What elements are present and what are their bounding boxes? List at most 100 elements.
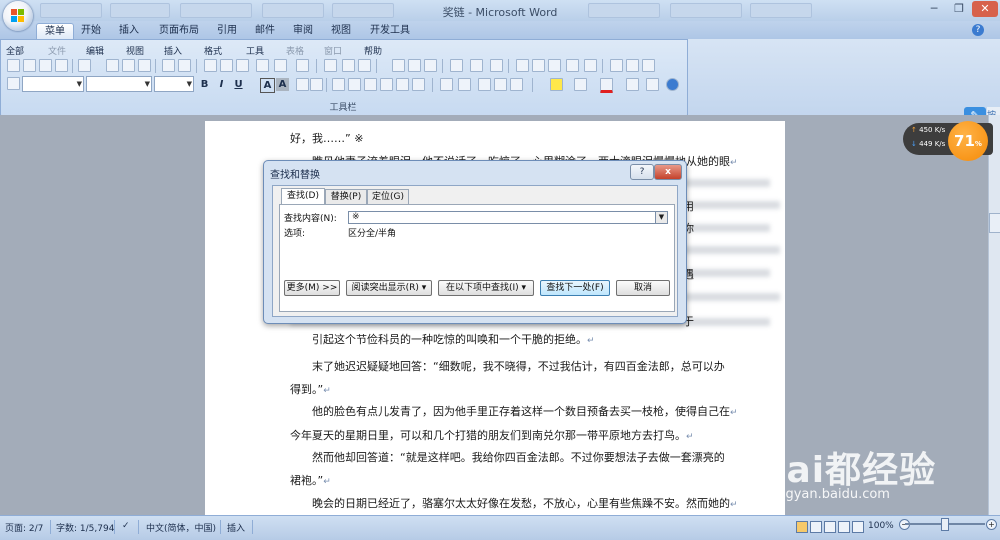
help-icon[interactable]: ? [972, 24, 984, 36]
word-count-icon[interactable] [178, 59, 191, 72]
style-icon[interactable] [7, 77, 20, 90]
full-screen-reading-icon[interactable] [810, 521, 822, 533]
font-shrink-icon[interactable] [310, 78, 323, 91]
menu-view[interactable]: 视图 [126, 44, 144, 57]
numbering-icon[interactable] [440, 78, 453, 91]
menu-format[interactable]: 格式 [204, 44, 222, 57]
new-icon[interactable] [7, 59, 20, 72]
hyperlink-icon[interactable] [324, 59, 337, 72]
reading-highlight-button[interactable]: 阅读突出显示(R) ▾ [346, 280, 432, 296]
text-effect-icon[interactable] [626, 78, 639, 91]
font-color-icon[interactable] [600, 78, 613, 93]
tab-references[interactable]: 引用 [212, 23, 242, 39]
reading-icon[interactable] [490, 59, 503, 72]
print-preview-icon[interactable] [106, 59, 119, 72]
chevron-down-icon[interactable]: ▼ [655, 212, 667, 223]
find-in-button[interactable]: 在以下项中查找(I) ▾ [438, 280, 534, 296]
text-highlight-icon[interactable] [550, 78, 563, 91]
bold-button[interactable]: B [198, 78, 211, 91]
tab-view[interactable]: 视图 [326, 23, 356, 39]
view-icon[interactable] [532, 59, 545, 72]
redo-icon[interactable] [296, 59, 309, 72]
zoom-icon[interactable] [470, 59, 483, 72]
font-grow-icon[interactable] [296, 78, 309, 91]
asian-layout-icon[interactable] [510, 78, 523, 91]
clipart-icon[interactable] [626, 59, 639, 72]
help-circle-icon[interactable] [666, 78, 679, 91]
character-shading-button[interactable]: A [276, 78, 289, 91]
cut-icon[interactable] [204, 59, 217, 72]
tab-menu[interactable]: 菜单 [36, 23, 74, 40]
minimize-button[interactable]: ─ [922, 1, 946, 17]
align-right-icon[interactable] [364, 78, 377, 91]
maximize-button[interactable]: ❐ [947, 1, 971, 17]
drawing-icon[interactable] [408, 59, 421, 72]
justify-icon[interactable] [380, 78, 393, 91]
open-icon[interactable] [23, 59, 36, 72]
menu-table[interactable]: 表格 [286, 44, 304, 57]
office-button[interactable] [3, 1, 33, 31]
increase-indent-icon[interactable] [494, 78, 507, 91]
menu-all[interactable]: 全部 [6, 44, 24, 57]
phonetic-icon[interactable] [646, 78, 659, 91]
undo-icon[interactable] [274, 59, 287, 72]
translate-icon[interactable] [162, 59, 175, 72]
document-map-icon[interactable] [424, 59, 437, 72]
draft-view-icon[interactable] [852, 521, 864, 533]
bullets-icon[interactable] [458, 78, 471, 91]
insert-table-icon[interactable] [358, 59, 371, 72]
menu-insert[interactable]: 插入 [164, 44, 182, 57]
cpu-usage-ball[interactable]: 71% [948, 121, 988, 161]
menu-tools[interactable]: 工具 [246, 44, 264, 57]
tab-page-layout[interactable]: 页面布局 [154, 23, 204, 39]
style-combo[interactable]: ▼ [22, 76, 84, 92]
paste-icon[interactable] [236, 59, 249, 72]
font-name-combo[interactable]: ▼ [86, 76, 152, 92]
cancel-button[interactable]: 取消 [616, 280, 670, 296]
copy-icon[interactable] [220, 59, 233, 72]
format-painter-icon[interactable] [256, 59, 269, 72]
underline-button[interactable]: U [232, 78, 245, 91]
tab-find[interactable]: 查找(D) [281, 188, 325, 205]
research-icon[interactable] [138, 59, 151, 72]
tab-review[interactable]: 审阅 [288, 23, 318, 39]
menu-window[interactable]: 窗口 [324, 44, 342, 57]
dialog-close-button[interactable]: x [654, 164, 682, 180]
zoom-level[interactable]: 100% [868, 521, 894, 531]
insert-mode[interactable]: 插入 [227, 521, 245, 534]
save-icon[interactable] [39, 59, 52, 72]
find-next-button[interactable]: 查找下一处(F) [540, 280, 610, 296]
tab-replace[interactable]: 替换(P) [325, 189, 367, 204]
character-border-button[interactable]: A [260, 78, 275, 93]
columns-icon[interactable] [392, 59, 405, 72]
menu-file[interactable]: 文件 [48, 44, 66, 57]
tab-home[interactable]: 开始 [76, 23, 106, 39]
proofing-icon[interactable]: ✓ [122, 521, 130, 531]
dialog-help-button[interactable]: ? [630, 164, 654, 180]
page-indicator[interactable]: 页面: 2/7 [5, 521, 43, 534]
print-layout-view-icon[interactable] [796, 521, 808, 533]
word-count[interactable]: 字数: 1/5,794 [56, 521, 114, 534]
styles-icon[interactable] [584, 59, 597, 72]
outline-view-icon[interactable] [838, 521, 850, 533]
line-spacing-icon[interactable] [412, 78, 425, 91]
find-what-input[interactable]: ※ ▼ [348, 211, 668, 224]
menu-help[interactable]: 帮助 [364, 44, 382, 57]
italic-button[interactable]: I [215, 78, 228, 91]
outline-icon[interactable] [516, 59, 529, 72]
zoom-in-button[interactable]: + [986, 519, 997, 530]
font-size-combo[interactable]: ▼ [154, 76, 194, 92]
print-icon[interactable] [78, 59, 91, 72]
tab-mailings[interactable]: 邮件 [250, 23, 280, 39]
tab-goto[interactable]: 定位(G) [367, 189, 409, 204]
shading-icon[interactable] [574, 78, 587, 91]
permission-icon[interactable] [55, 59, 68, 72]
menu-edit[interactable]: 编辑 [86, 44, 104, 57]
align-left-icon[interactable] [332, 78, 345, 91]
tab-insert[interactable]: 插入 [114, 23, 144, 39]
language-indicator[interactable]: 中文(简体，中国) [146, 521, 216, 534]
scrollbar-thumb[interactable] [989, 213, 1000, 233]
tab-developer[interactable]: 开发工具 [366, 23, 414, 39]
tables-borders-icon[interactable] [342, 59, 355, 72]
close-window-button[interactable]: ✕ [972, 1, 998, 17]
